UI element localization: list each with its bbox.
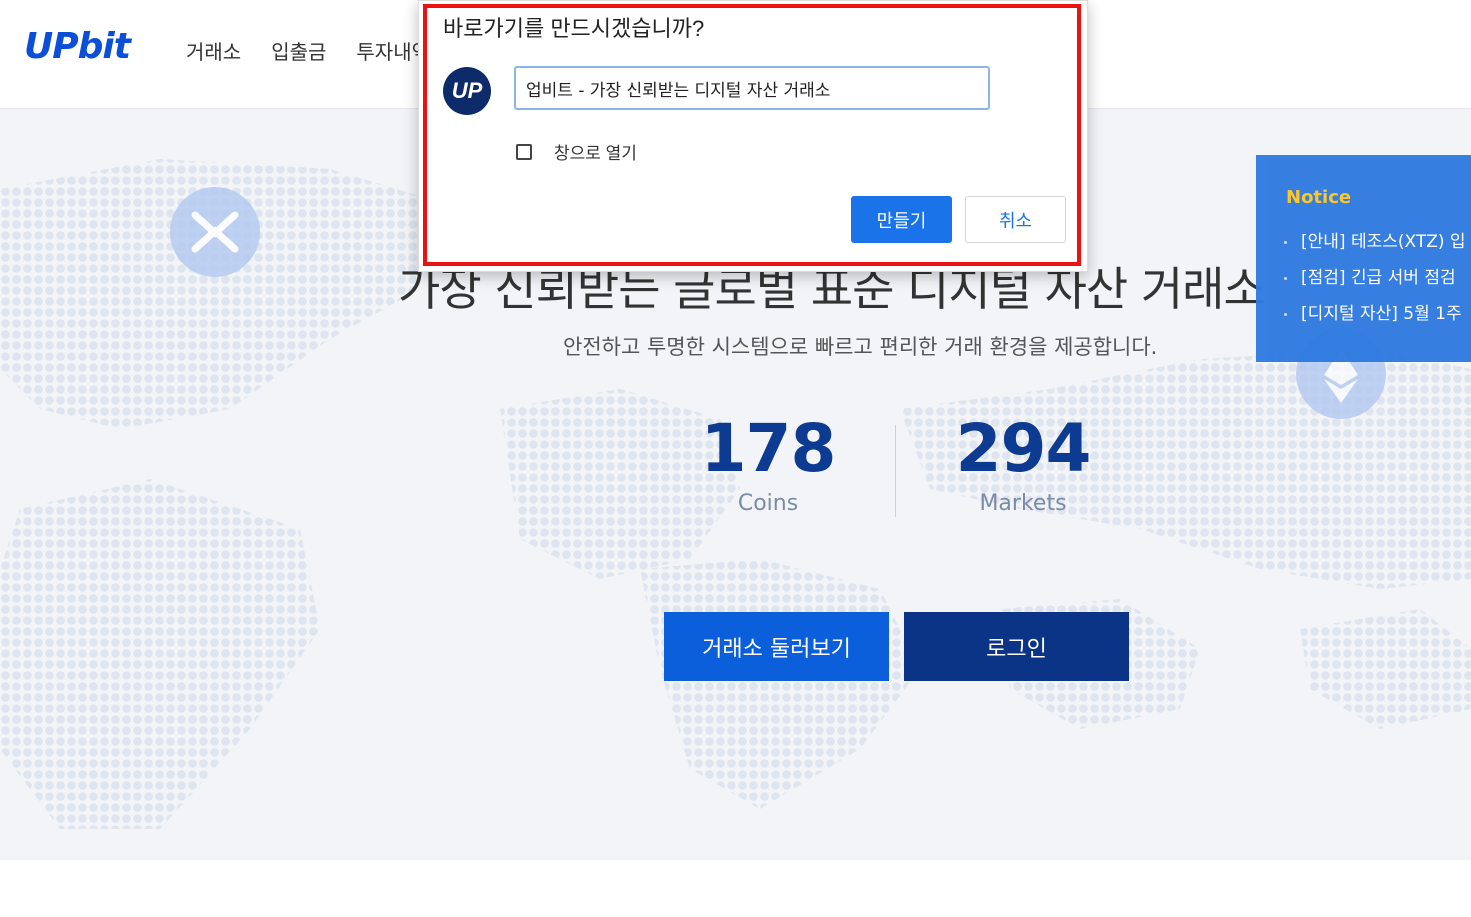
cancel-button[interactable]: 취소 [965, 196, 1066, 243]
create-button[interactable]: 만들기 [851, 196, 952, 243]
upbit-app-icon: UP [443, 67, 491, 115]
login-button[interactable]: 로그인 [904, 612, 1129, 681]
nav-deposit-withdraw[interactable]: 입출금 [271, 36, 326, 65]
nav-exchange[interactable]: 거래소 [186, 36, 241, 65]
ripple-coin-icon [170, 187, 260, 277]
open-as-window-label[interactable]: 창으로 열기 [554, 139, 637, 164]
hero-subtitle: 안전하고 투명한 시스템으로 빠르고 편리한 거래 환경을 제공합니다. [563, 335, 1158, 359]
open-as-window-row[interactable]: 창으로 열기 [516, 139, 637, 164]
stat-markets-value: 294 [955, 410, 1092, 487]
shortcut-name-input[interactable] [514, 66, 990, 110]
notice-list: [안내] 테조스(XTZ) 입 [점검] 긴급 서버 점검 [디지털 자산] 5… [1284, 231, 1466, 339]
upbit-logo[interactable]: UPbit [24, 26, 131, 67]
stat-divider [895, 425, 896, 517]
stat-coins-label: Coins [737, 491, 799, 516]
notice-item[interactable]: [디지털 자산] 5월 1주 [1284, 303, 1466, 339]
stat-coins-value: 178 [700, 410, 837, 487]
notice-item[interactable]: [안내] 테조스(XTZ) 입 [1284, 231, 1466, 267]
stat-markets-label: Markets [979, 491, 1067, 516]
notice-title: Notice [1286, 187, 1352, 208]
stat-markets: 294 Markets [903, 409, 1143, 516]
notice-item[interactable]: [점검] 긴급 서버 점검 [1284, 267, 1466, 303]
notice-panel: Notice [안내] 테조스(XTZ) 입 [점검] 긴급 서버 점검 [디지… [1256, 155, 1471, 362]
open-as-window-checkbox[interactable] [516, 143, 532, 160]
page-bottom [0, 860, 1471, 917]
explore-exchange-button[interactable]: 거래소 둘러보기 [664, 612, 889, 681]
main-nav: 거래소 입출금 투자내역 [186, 36, 430, 65]
dialog-title: 바로가기를 만드시겠습니까? [443, 16, 705, 41]
stat-coins: 178 Coins [648, 409, 888, 516]
create-shortcut-dialog: 바로가기를 만드시겠습니까? UP 창으로 열기 만들기 취소 [418, 0, 1088, 272]
